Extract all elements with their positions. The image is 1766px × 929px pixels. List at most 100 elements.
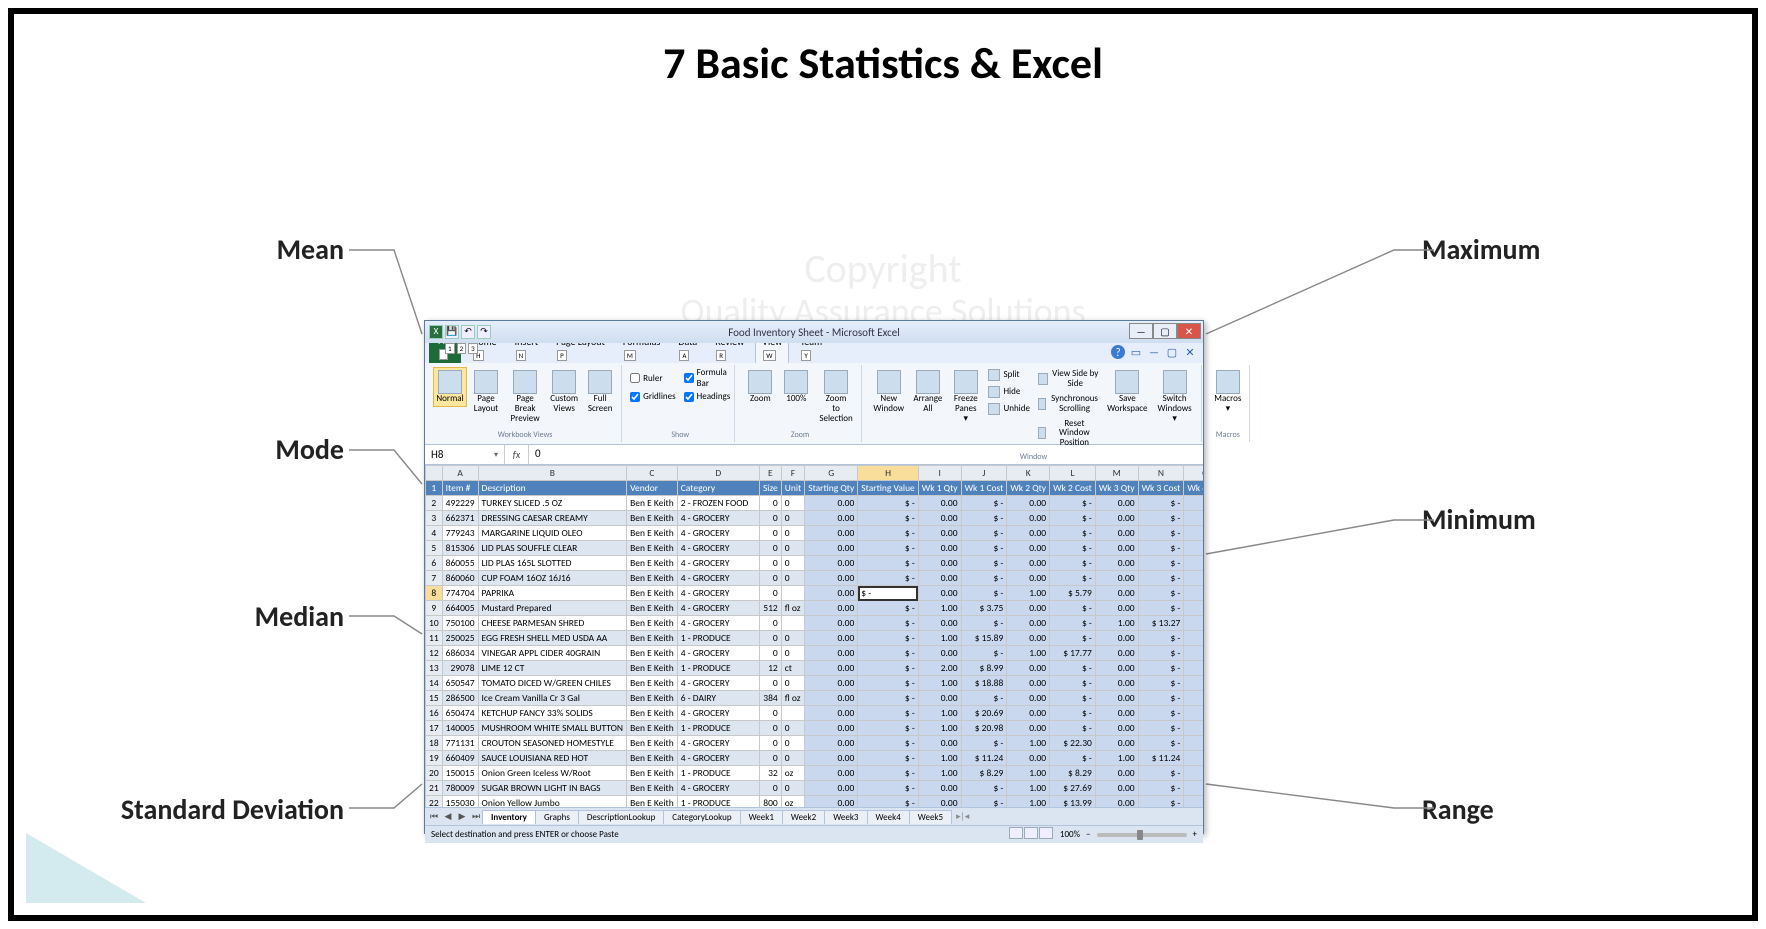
- check-ruler[interactable]: Ruler: [630, 367, 675, 389]
- cell[interactable]: 0: [781, 571, 804, 586]
- sheet-tab-graphs[interactable]: Graphs: [535, 810, 579, 824]
- cell[interactable]: Ben E Keith: [627, 706, 678, 721]
- fx-icon[interactable]: fx: [505, 445, 529, 464]
- cell[interactable]: 0.00: [805, 556, 858, 571]
- cell[interactable]: 0.00: [805, 511, 858, 526]
- cell[interactable]: 1.00: [918, 751, 961, 766]
- cell[interactable]: 780009: [442, 781, 478, 796]
- cell[interactable]: $ -: [858, 736, 919, 751]
- cell[interactable]: 0.00: [805, 676, 858, 691]
- cell[interactable]: 0.00: [1095, 511, 1138, 526]
- cell[interactable]: 1.00: [1007, 766, 1050, 781]
- cell[interactable]: 0.00: [1184, 751, 1203, 766]
- cell[interactable]: Ben E Keith: [627, 691, 678, 706]
- cell[interactable]: $ -: [858, 586, 919, 601]
- column-header[interactable]: O: [1184, 466, 1203, 481]
- cell[interactable]: $ -: [1050, 511, 1096, 526]
- cell[interactable]: 0.00: [918, 586, 961, 601]
- cell[interactable]: 0.00: [1007, 556, 1050, 571]
- cell[interactable]: oz: [781, 796, 804, 808]
- row-header[interactable]: 2: [426, 496, 443, 511]
- cell[interactable]: 0.00: [805, 751, 858, 766]
- cell[interactable]: 0.00: [805, 721, 858, 736]
- cell[interactable]: $ -: [961, 496, 1007, 511]
- table-header-cell[interactable]: Wk 1 Qty: [918, 481, 961, 496]
- custom-views-button[interactable]: CustomViews: [547, 367, 581, 417]
- cell[interactable]: 0.00: [1095, 646, 1138, 661]
- cell[interactable]: MUSHROOM WHITE SMALL BUTTON: [478, 721, 627, 736]
- row-header[interactable]: 5: [426, 541, 443, 556]
- cell[interactable]: KETCHUP FANCY 33% SOLIDS: [478, 706, 627, 721]
- cell[interactable]: 0: [759, 736, 781, 751]
- cell[interactable]: 0.00: [1095, 661, 1138, 676]
- cell[interactable]: 1.00: [1007, 646, 1050, 661]
- cell[interactable]: 0.00: [805, 691, 858, 706]
- cell[interactable]: 0.00: [805, 736, 858, 751]
- cell[interactable]: 0: [759, 556, 781, 571]
- table-header-cell[interactable]: Category: [677, 481, 759, 496]
- cell[interactable]: 4 - GROCERY: [677, 511, 759, 526]
- cell[interactable]: $ 15.89: [961, 631, 1007, 646]
- table-header-cell[interactable]: Item #: [442, 481, 478, 496]
- cell[interactable]: 1.00: [1095, 751, 1138, 766]
- cell[interactable]: $ -: [858, 541, 919, 556]
- cell[interactable]: 1.00: [918, 766, 961, 781]
- row-header[interactable]: 10: [426, 616, 443, 631]
- cell[interactable]: $ -: [1050, 496, 1096, 511]
- cell[interactable]: 664005: [442, 601, 478, 616]
- cell[interactable]: 0: [759, 781, 781, 796]
- cell[interactable]: 0.00: [1007, 661, 1050, 676]
- cell[interactable]: 0.00: [1007, 616, 1050, 631]
- cell[interactable]: $ -: [1138, 526, 1184, 541]
- cell[interactable]: 4 - GROCERY: [677, 541, 759, 556]
- cell[interactable]: 0.00: [805, 571, 858, 586]
- row-header[interactable]: 18: [426, 736, 443, 751]
- cell[interactable]: $ 18.88: [961, 676, 1007, 691]
- cell[interactable]: $ -: [961, 511, 1007, 526]
- column-header[interactable]: E: [759, 466, 781, 481]
- cell[interactable]: $ 11.24: [961, 751, 1007, 766]
- cell[interactable]: 660409: [442, 751, 478, 766]
- cell[interactable]: LIME 12 CT: [478, 661, 627, 676]
- cell[interactable]: $ -: [961, 556, 1007, 571]
- view-buttons[interactable]: [1009, 827, 1054, 842]
- cell[interactable]: 4 - GROCERY: [677, 571, 759, 586]
- column-header[interactable]: G: [805, 466, 858, 481]
- cell[interactable]: $ 8.29: [1050, 766, 1096, 781]
- cell[interactable]: $ -: [1138, 736, 1184, 751]
- cell[interactable]: 0.00: [805, 526, 858, 541]
- cell[interactable]: 0: [781, 511, 804, 526]
- cell[interactable]: 0.00: [1184, 556, 1203, 571]
- switch-windows--button[interactable]: SwitchWindows ▾: [1152, 367, 1197, 427]
- cell[interactable]: $ -: [1138, 631, 1184, 646]
- cell[interactable]: 2.00: [918, 661, 961, 676]
- cell[interactable]: 4 - GROCERY: [677, 781, 759, 796]
- cell[interactable]: [781, 616, 804, 631]
- cell[interactable]: $ -: [858, 706, 919, 721]
- cell[interactable]: $ -: [1050, 676, 1096, 691]
- column-header[interactable]: I: [918, 466, 961, 481]
- cell[interactable]: $ 20.69: [961, 706, 1007, 721]
- cell[interactable]: 0.00: [1095, 736, 1138, 751]
- new-window-button[interactable]: NewWindow: [870, 367, 908, 417]
- cell[interactable]: Ben E Keith: [627, 721, 678, 736]
- cell[interactable]: Ben E Keith: [627, 781, 678, 796]
- cell[interactable]: $ -: [858, 721, 919, 736]
- cell[interactable]: 0.00: [1184, 706, 1203, 721]
- sheet-tab-week4[interactable]: Week4: [867, 810, 910, 824]
- cell[interactable]: 1.00: [918, 721, 961, 736]
- cell[interactable]: $ -: [1050, 751, 1096, 766]
- cell[interactable]: 0.00: [1184, 616, 1203, 631]
- cell[interactable]: 0.00: [805, 781, 858, 796]
- cell[interactable]: 0.00: [918, 571, 961, 586]
- cell[interactable]: 0.00: [1007, 691, 1050, 706]
- cell[interactable]: fl oz: [781, 601, 804, 616]
- cell[interactable]: $ 20.98: [961, 721, 1007, 736]
- cell[interactable]: Ben E Keith: [627, 751, 678, 766]
- minimize-button[interactable]: —: [1129, 323, 1153, 339]
- cell[interactable]: TOMATO DICED W/GREEN CHILES: [478, 676, 627, 691]
- cell[interactable]: $ -: [1138, 646, 1184, 661]
- cell[interactable]: $ -: [858, 556, 919, 571]
- column-header[interactable]: L: [1050, 466, 1096, 481]
- cell[interactable]: 1 - PRODUCE: [677, 721, 759, 736]
